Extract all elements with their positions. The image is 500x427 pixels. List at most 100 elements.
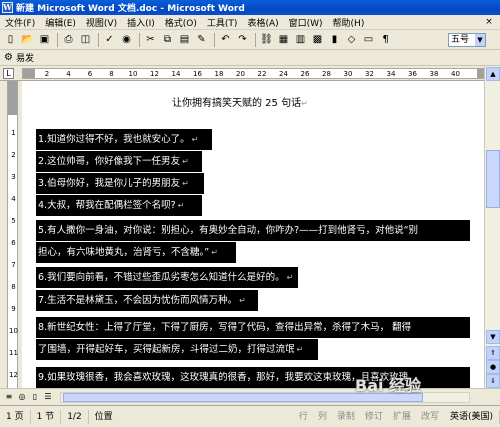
title-bar: W 新建 Microsoft Word 文档.doc - Microsoft W… xyxy=(0,0,500,15)
ruler-tick: 18 xyxy=(214,70,224,78)
ruler-tick: 10 xyxy=(128,70,138,78)
ruler-tick: 14 xyxy=(171,70,181,78)
columns-icon[interactable]: ▮ xyxy=(327,32,342,47)
close-document-button[interactable]: × xyxy=(482,16,496,28)
ruler-tick: 6 xyxy=(87,70,93,78)
status-ext[interactable]: 扩展 xyxy=(388,410,416,424)
menu-table[interactable]: 表格(A) xyxy=(242,16,283,29)
status-ovr[interactable]: 改写 xyxy=(416,410,444,424)
format-painter-icon[interactable]: ✎ xyxy=(194,32,209,47)
font-size-select[interactable]: 五号 ▼ xyxy=(448,32,486,47)
ruler-tick: 38 xyxy=(429,70,439,78)
watermark-logo: Bai 经验 xyxy=(355,376,422,395)
document-heading: 让你拥有搞笑天赋的 25 句话↵ xyxy=(172,94,308,109)
line-text: 1.知道你过得不好，我也就安心了。 xyxy=(38,134,190,145)
selected-line[interactable]: 8.新世纪女性：上得了厅堂，下得了厨房，写得了代码，查得出异常，杀得了木马， 翻… xyxy=(36,317,470,338)
menu-window[interactable]: 窗口(W) xyxy=(284,16,328,29)
menu-file[interactable]: 文件(F) xyxy=(0,16,40,29)
word-app-icon[interactable]: W xyxy=(2,2,13,13)
research-icon[interactable]: ◉ xyxy=(119,32,134,47)
ruler-tick: 40 xyxy=(451,70,460,78)
next-page-icon[interactable]: ⇓ xyxy=(486,374,500,388)
menu-insert[interactable]: 插入(I) xyxy=(122,16,160,29)
vertical-ruler-tick: 10 xyxy=(9,327,18,335)
menu-format[interactable]: 格式(O) xyxy=(160,16,202,29)
new-document-icon[interactable]: ▯ xyxy=(3,32,18,47)
ruler-tick: 36 xyxy=(408,70,417,78)
print-layout-icon[interactable]: ▯ xyxy=(29,391,41,403)
ruler-tick: 12 xyxy=(150,70,159,78)
horizontal-ruler-row: L 2 4 6 8 10 12 14 16 18 20 22 24 26 28 30 32 34 36 38 40 xyxy=(0,66,500,81)
print-preview-icon[interactable]: ◫ xyxy=(78,32,93,47)
selected-line[interactable]: 担心，有六味地黄丸，治肾亏，不含糖。” ↵ xyxy=(36,242,236,263)
selected-line[interactable]: 1.知道你过得不好，我也就安心了。 ↵ xyxy=(36,129,212,150)
status-line: 行 xyxy=(298,411,308,422)
line-text: 4.大叔，帮我在配偶栏签个名呗? xyxy=(38,200,176,211)
redo-icon[interactable]: ↷ xyxy=(235,32,250,47)
ime-indicator[interactable]: ⚙ 易发 xyxy=(4,51,34,64)
ruler-left-margin xyxy=(23,69,35,78)
menu-help[interactable]: 帮助(H) xyxy=(328,16,370,29)
chevron-down-icon[interactable]: ▼ xyxy=(475,33,485,46)
show-hide-icon[interactable]: ¶ xyxy=(378,32,393,47)
vertical-ruler-tick: 12 xyxy=(9,371,18,379)
drawing-icon[interactable]: ◇ xyxy=(344,32,359,47)
menu-view[interactable]: 视图(V) xyxy=(81,16,122,29)
undo-icon[interactable]: ↶ xyxy=(218,32,233,47)
toolbar-separator xyxy=(139,32,140,47)
ime-label: 易发 xyxy=(15,54,34,64)
menu-tools[interactable]: 工具(T) xyxy=(202,16,243,29)
toolbar-separator xyxy=(214,32,215,47)
paragraph-mark: ↵ xyxy=(239,296,246,305)
vertical-ruler-tick: 11 xyxy=(9,349,18,357)
horizontal-ruler[interactable]: 2 4 6 8 10 12 14 16 18 20 22 24 26 28 30 32 34 36 38 40 xyxy=(22,68,484,79)
copy-icon[interactable]: ⧉ xyxy=(160,32,175,47)
selected-line[interactable]: 2.这位帅哥，你好像我下一任男友 ↵ xyxy=(36,151,202,172)
vertical-ruler-tick: 2 xyxy=(11,151,16,159)
ruler-tick: 20 xyxy=(236,70,245,78)
selected-line[interactable]: 5.有人撒你一身油，对你说：别担心，有奥妙全自动，你咋办?——打到他肾亏，对他说… xyxy=(36,220,470,241)
insert-excel-icon[interactable]: ▩ xyxy=(310,32,325,47)
vertical-scroll-thumb[interactable] xyxy=(486,150,500,208)
save-icon[interactable]: ▣ xyxy=(37,32,52,47)
ruler-tick: 8 xyxy=(109,70,114,78)
outline-view-icon[interactable]: ☰ xyxy=(42,391,54,403)
selected-line[interactable]: 3.伯母你好，我是你儿子的男朋友 ↵ xyxy=(36,173,204,194)
menu-edit[interactable]: 编辑(E) xyxy=(40,16,81,29)
insert-table-icon[interactable]: ▥ xyxy=(293,32,308,47)
cut-icon[interactable]: ✂ xyxy=(143,32,158,47)
normal-view-icon[interactable]: ≡ xyxy=(3,391,15,403)
line-text: 9.如果玫瑰很香，我会喜欢玫瑰，这玫瑰真的很香，那好，我要欢这束玫瑰，且喜欢玫瑰 xyxy=(38,372,409,383)
spelling-check-icon[interactable]: ✓ xyxy=(102,32,117,47)
scroll-down-arrow-icon[interactable]: ▼ xyxy=(486,330,500,344)
vertical-scrollbar[interactable]: ▲ ▼ ⇑ ● ⇓ xyxy=(484,66,500,388)
previous-page-icon[interactable]: ⇑ xyxy=(486,346,500,360)
selected-line[interactable]: 7.生活不是林黛玉，不会因为忧伤而风情万种。 ↵ xyxy=(36,290,258,311)
horizontal-scrollbar-row: ≡ ◎ ▯ ☰ xyxy=(0,388,500,405)
vertical-ruler-tick: 9 xyxy=(11,305,16,313)
hyperlink-icon[interactable]: ⛓ xyxy=(259,32,274,47)
selected-line[interactable]: 4.大叔，帮我在配偶栏签个名呗? ↵ xyxy=(36,195,202,216)
paste-icon[interactable]: ▤ xyxy=(177,32,192,47)
browse-object-icon[interactable]: ● xyxy=(486,360,500,374)
status-trk[interactable]: 修订 xyxy=(360,410,388,424)
scroll-up-arrow-icon[interactable]: ▲ xyxy=(486,67,500,81)
vertical-ruler-tick: 6 xyxy=(11,239,16,247)
vertical-ruler-strip[interactable]: 1 2 3 4 5 6 7 8 9 10 11 12 xyxy=(7,81,18,388)
line-text: 担心，有六味地黄丸，治肾亏，不含糖。” xyxy=(38,247,210,258)
tables-borders-icon[interactable]: ▦ xyxy=(276,32,291,47)
ruler-tick: 28 xyxy=(322,70,331,78)
print-icon[interactable]: ⎙ xyxy=(61,32,76,47)
toolbar-separator xyxy=(255,32,256,47)
web-view-icon[interactable]: ◎ xyxy=(16,391,28,403)
vertical-ruler: 1 2 3 4 5 6 7 8 9 10 11 12 xyxy=(0,81,22,388)
tab-stop-selector[interactable]: L xyxy=(3,68,14,79)
status-rec[interactable]: 录制 xyxy=(332,410,360,424)
open-folder-icon[interactable]: 📂 xyxy=(20,32,35,47)
line-text: 3.伯母你好，我是你儿子的男朋友 xyxy=(38,178,181,189)
line-text: 5.有人撒你一身油，对你说：别担心，有奥妙全自动，你咋办?——打到他肾亏，对他说… xyxy=(38,225,419,236)
selected-line[interactable]: 了围墙，开得起好车，买得起新房，斗得过二奶，打得过流氓 ↵ xyxy=(36,339,318,360)
document-area[interactable]: 让你拥有搞笑天赋的 25 句话↵ 1.知道你过得不好，我也就安心了。 ↵ 2.这位… xyxy=(22,81,484,388)
selected-line[interactable]: 6.我们要向前看，不错过些歪瓜劣枣怎么知道什么是好的。 ↵ xyxy=(36,267,298,288)
document-map-icon[interactable]: ▭ xyxy=(361,32,376,47)
